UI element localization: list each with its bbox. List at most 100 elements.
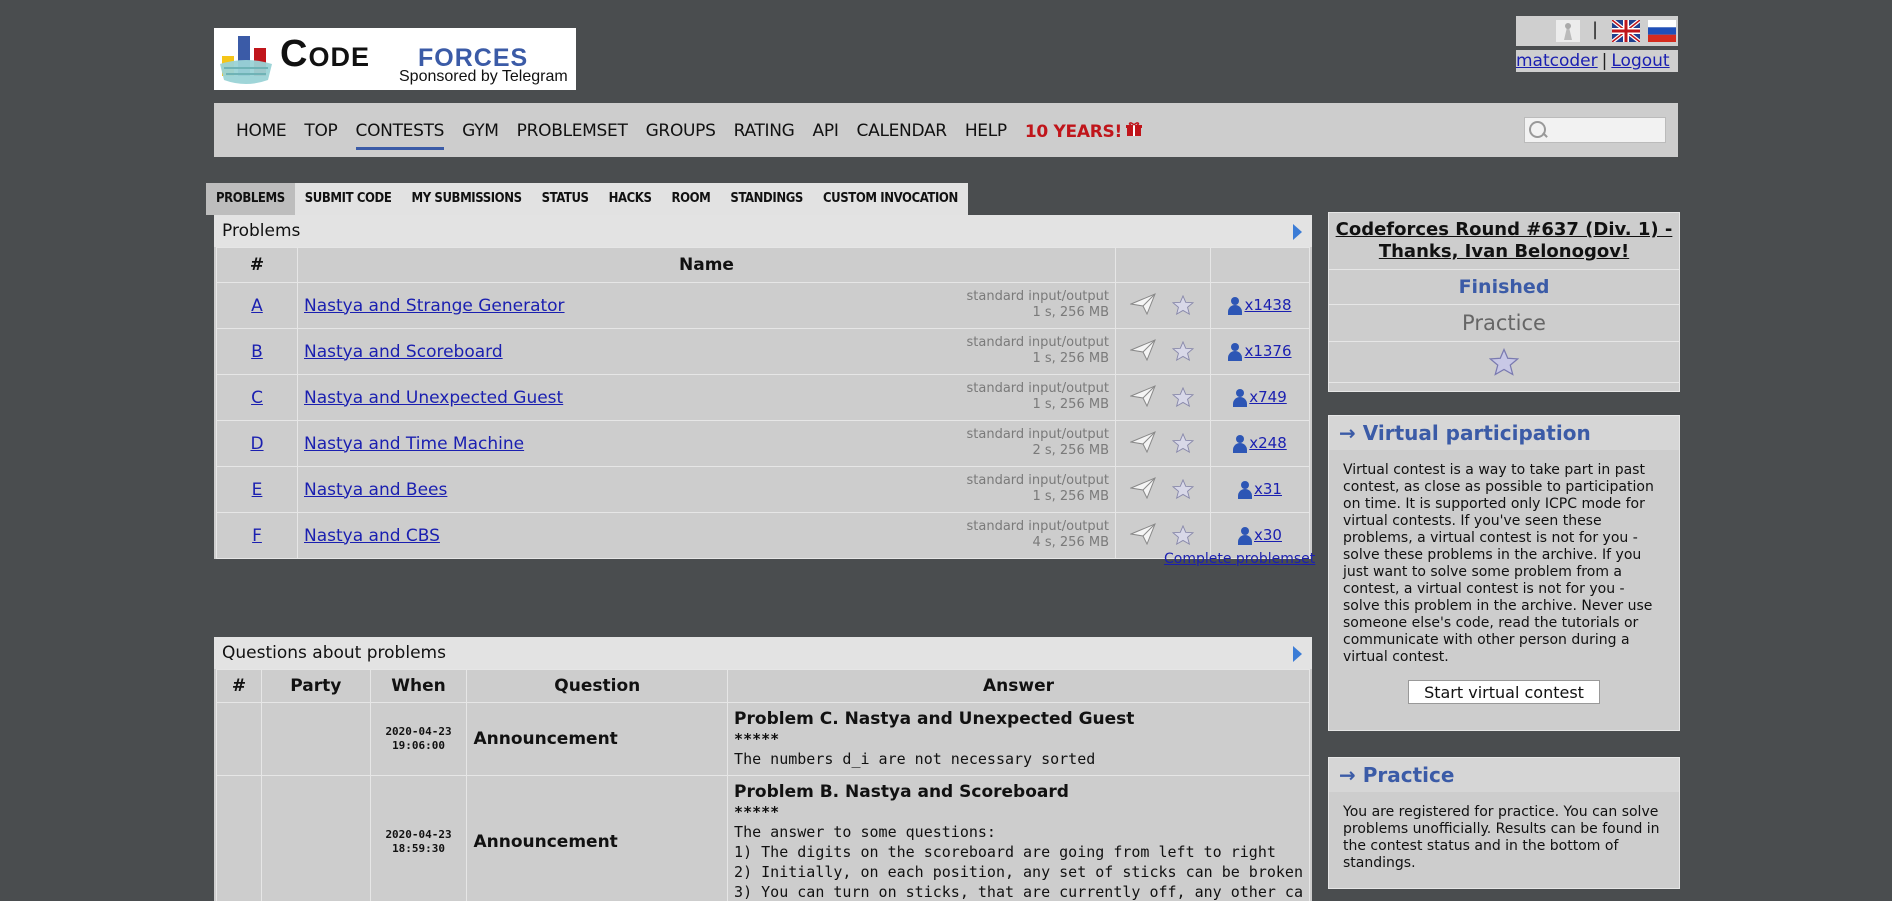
solved-count: x248 <box>1249 434 1287 453</box>
contest-title[interactable]: Codeforces Round #637 (Div. 1) - Thanks,… <box>1329 213 1679 270</box>
star-icon[interactable] <box>1171 524 1195 549</box>
question-when-cell: 2020-04-23 19:06:00 <box>369 702 468 776</box>
contest-tab-custom-invocation[interactable]: CUSTOM INVOCATION <box>813 183 968 215</box>
solved-count: x1376 <box>1244 342 1292 361</box>
menu-item-gym[interactable]: GYM <box>462 121 499 142</box>
problem-index-link[interactable]: A <box>251 296 263 316</box>
star-icon[interactable] <box>1171 478 1195 503</box>
problem-row: E Nastya and Bees standard input/output 1 s… <box>216 466 1310 513</box>
problem-limits: standard input/output 2 s, 256 MB <box>967 427 1110 459</box>
menu-item-top[interactable]: TOP <box>304 121 337 142</box>
star-icon[interactable] <box>1489 348 1519 376</box>
question-index-cell <box>216 775 262 901</box>
problem-row: C Nastya and Unexpected Guest standard inp… <box>216 374 1310 421</box>
uk-flag-icon[interactable] <box>1612 20 1640 42</box>
problem-index-link[interactable]: D <box>250 434 263 454</box>
menu-item-api[interactable]: API <box>813 121 839 142</box>
menu-item-help[interactable]: HELP <box>965 121 1007 142</box>
problem-index-link[interactable]: B <box>251 342 263 362</box>
problem-name-link[interactable]: Nastya and CBS <box>304 526 440 546</box>
problem-index-cell: D <box>216 420 298 467</box>
send-icon[interactable] <box>1129 385 1156 411</box>
solved-count-link[interactable]: x1438 <box>1228 296 1292 315</box>
gift-icon <box>1125 122 1142 136</box>
codeforces-logo[interactable]: Code forces Sponsored by Telegram <box>214 28 576 90</box>
contest-tab-standings[interactable]: STANDINGS <box>720 183 813 215</box>
solved-count-link[interactable]: x30 <box>1238 526 1282 545</box>
person-icon <box>1228 342 1243 361</box>
user-links: matcoder | Logout <box>1516 50 1678 72</box>
problem-io: standard input/output <box>966 381 1110 396</box>
menu-item-calendar[interactable]: CALENDAR <box>857 121 948 142</box>
menu-item-rating[interactable]: RATING <box>734 121 795 142</box>
problem-name-link[interactable]: Nastya and Strange Generator <box>304 296 565 316</box>
menu-item-home[interactable]: HOME <box>236 121 287 142</box>
problem-name-link[interactable]: Nastya and Bees <box>304 480 447 500</box>
problem-index-cell: C <box>216 374 298 421</box>
problem-index-cell: F <box>216 512 298 559</box>
complete-problemset-link[interactable]: Complete problemset <box>1164 551 1315 567</box>
star-icon[interactable] <box>1171 294 1195 319</box>
problem-limits: standard input/output 1 s, 256 MB <box>967 473 1110 505</box>
solved-count: x30 <box>1254 526 1282 545</box>
logo-blocks-icon <box>220 36 272 84</box>
col-name: Name <box>297 247 1116 283</box>
answer-line: The answer to some questions: <box>734 823 996 841</box>
lang-separator: | <box>1592 19 1599 40</box>
solved-count-link[interactable]: x1376 <box>1228 342 1292 361</box>
problem-row: F Nastya and CBS standard input/output 4 s,… <box>216 512 1310 559</box>
problem-io: standard input/output <box>966 519 1110 534</box>
solved-count-link[interactable]: x749 <box>1233 388 1287 407</box>
answer-title: Problem B. Nastya and Scoreboard <box>734 782 1069 802</box>
solved-count-link[interactable]: x248 <box>1233 434 1287 453</box>
send-icon[interactable] <box>1129 431 1156 457</box>
star-icon[interactable] <box>1171 386 1195 411</box>
problem-name-link[interactable]: Nastya and Time Machine <box>304 434 524 454</box>
contest-tab-room[interactable]: ROOM <box>661 183 720 215</box>
problem-index-link[interactable]: E <box>252 480 263 500</box>
start-virtual-contest-button[interactable]: Start virtual contest <box>1408 680 1600 704</box>
problems-table: # Name A Nastya and Strange Generator stan… <box>216 247 1310 559</box>
logo-sponsor-text: Sponsored by Telegram <box>399 68 568 85</box>
solved-count-link[interactable]: x31 <box>1238 480 1282 499</box>
problem-time-memory: 1 s, 256 MB <box>1032 305 1109 320</box>
send-icon[interactable] <box>1129 339 1156 365</box>
contest-tab-hacks[interactable]: HACKS <box>599 183 662 215</box>
menu-item-10-years[interactable]: 10 YEARS! <box>1025 121 1142 142</box>
question-party-cell <box>260 775 371 901</box>
question-date: 2020-04-23 <box>385 725 452 738</box>
problem-time-memory: 4 s, 256 MB <box>1032 535 1109 550</box>
star-icon[interactable] <box>1171 340 1195 365</box>
answer-cell: Problem B. Nastya and Scoreboard ***** The… <box>727 775 1310 901</box>
virtual-text: Virtual contest is a way to take part in… <box>1343 462 1654 665</box>
send-icon[interactable] <box>1129 293 1156 319</box>
contest-tab-submit-code[interactable]: SUBMIT CODE <box>295 183 402 215</box>
user-profile-link[interactable]: matcoder <box>1516 51 1598 71</box>
problem-index-link[interactable]: C <box>251 388 263 408</box>
problem-name-link[interactable]: Nastya and Scoreboard <box>304 342 503 362</box>
search-input[interactable] <box>1524 117 1666 143</box>
menu-item-contests[interactable]: CONTESTS <box>355 121 444 150</box>
contest-tab-my-submissions[interactable]: MY SUBMISSIONS <box>401 183 531 215</box>
contest-status: Finished <box>1329 270 1679 305</box>
problem-index-link[interactable]: F <box>252 526 262 546</box>
play-arrow-icon[interactable] <box>1293 224 1302 240</box>
question-party-cell <box>260 702 371 776</box>
play-arrow-icon[interactable] <box>1293 646 1302 662</box>
contest-tab-status[interactable]: STATUS <box>532 183 599 215</box>
send-icon[interactable] <box>1129 523 1156 549</box>
logout-link[interactable]: Logout <box>1611 51 1669 71</box>
send-icon[interactable] <box>1129 477 1156 503</box>
user-settings-icon[interactable] <box>1556 20 1580 42</box>
problem-index-cell: A <box>216 282 298 329</box>
virtual-participation-box: → Virtual participation Virtual contest … <box>1328 415 1680 731</box>
problem-actions-cell <box>1115 374 1211 421</box>
answer-title: Problem C. Nastya and Unexpected Guest <box>734 709 1135 729</box>
star-icon[interactable] <box>1171 432 1195 457</box>
ru-flag-icon[interactable] <box>1648 20 1676 42</box>
problem-name-link[interactable]: Nastya and Unexpected Guest <box>304 388 563 408</box>
main-menu-list: HOME TOP CONTESTS GYM PROBLEMSET GROUPS RATING… <box>236 121 1160 150</box>
menu-item-problemset[interactable]: PROBLEMSET <box>517 121 628 142</box>
contest-tab-problems[interactable]: PROBLEMS <box>206 183 295 215</box>
menu-item-groups[interactable]: GROUPS <box>646 121 716 142</box>
